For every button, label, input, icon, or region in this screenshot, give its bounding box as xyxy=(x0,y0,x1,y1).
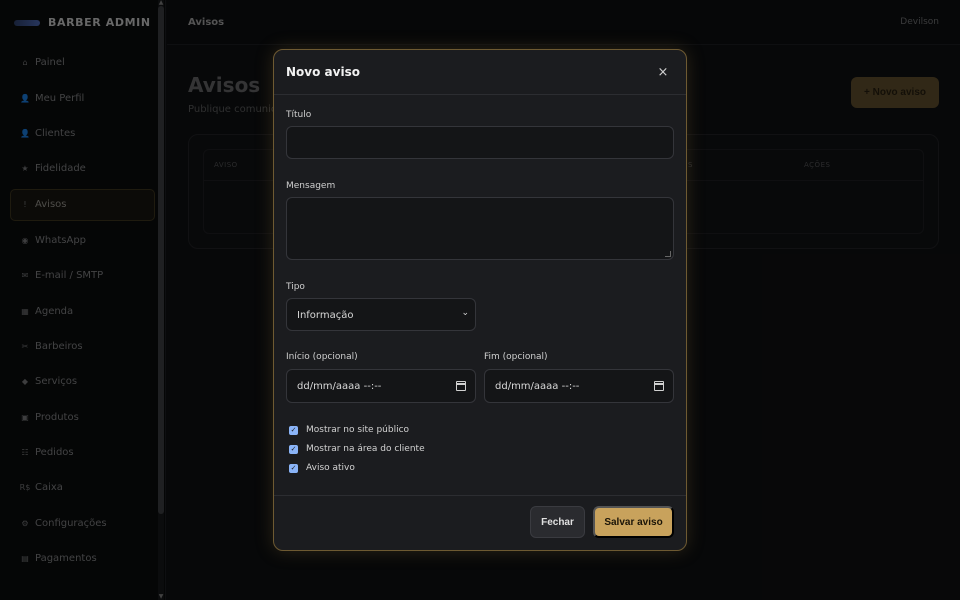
fechar-button[interactable]: Fechar xyxy=(530,506,585,538)
inicio-datetime-input[interactable]: dd/mm/aaaa --:-- xyxy=(286,369,476,403)
close-icon[interactable]: × xyxy=(655,65,671,80)
fim-label: Fim (opcional) xyxy=(484,352,548,362)
resize-grip-icon[interactable] xyxy=(665,251,671,257)
novo-aviso-modal: Novo aviso × Título Mensagem Tipo Inform… xyxy=(273,49,687,551)
inicio-label: Início (opcional) xyxy=(286,352,358,362)
mensagem-label: Mensagem xyxy=(286,181,336,191)
titulo-input[interactable] xyxy=(286,126,674,159)
modal-title: Novo aviso xyxy=(286,65,360,79)
modal-body: Título Mensagem Tipo Informação ⌄ Início… xyxy=(274,95,686,497)
checkbox-checked-icon[interactable]: ✓ xyxy=(289,425,298,435)
tipo-label: Tipo xyxy=(286,282,305,292)
fim-datetime-input[interactable]: dd/mm/aaaa --:-- xyxy=(484,369,674,403)
titulo-label: Título xyxy=(286,110,312,120)
checkbox-aviso-ativo[interactable]: ✓ Aviso ativo xyxy=(289,463,355,473)
calendar-icon[interactable] xyxy=(654,381,664,391)
checkbox-area-cliente[interactable]: ✓ Mostrar na área do cliente xyxy=(289,444,425,454)
calendar-icon[interactable] xyxy=(456,381,466,391)
chevron-down-icon: ⌄ xyxy=(461,308,469,318)
mensagem-textarea[interactable] xyxy=(286,197,674,260)
checkbox-checked-icon[interactable]: ✓ xyxy=(289,444,298,454)
salvar-aviso-button[interactable]: Salvar aviso xyxy=(593,506,674,538)
checkbox-site-publico[interactable]: ✓ Mostrar no site público xyxy=(289,425,409,435)
tipo-select[interactable]: Informação ⌄ xyxy=(286,298,476,331)
checkbox-checked-icon[interactable]: ✓ xyxy=(289,463,298,473)
modal-footer: Fechar Salvar aviso xyxy=(274,495,686,550)
modal-header: Novo aviso × xyxy=(274,50,686,95)
